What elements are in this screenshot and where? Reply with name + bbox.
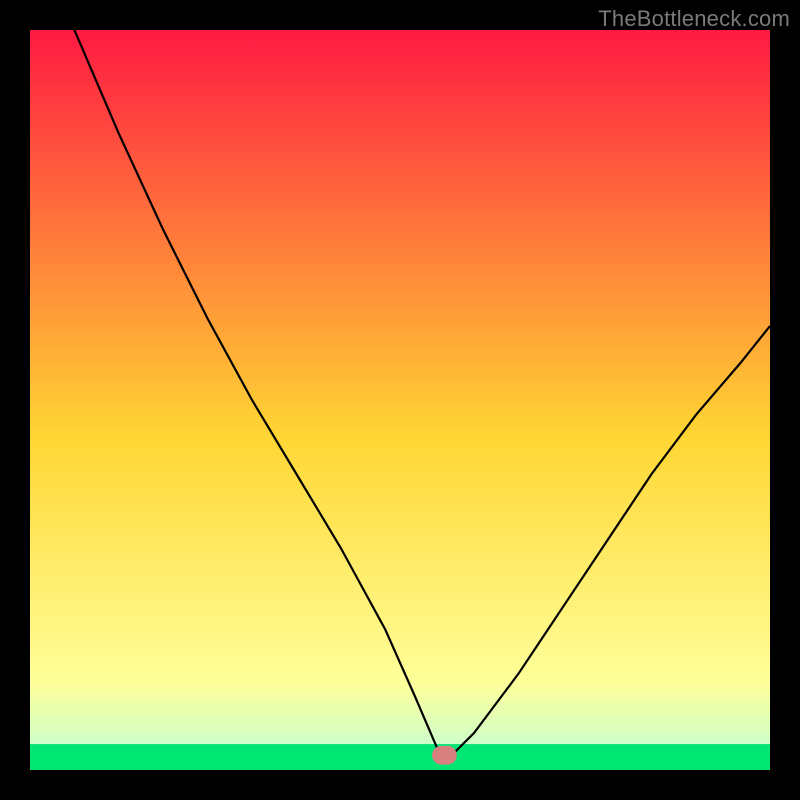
watermark-text: TheBottleneck.com [598, 6, 790, 32]
minimum-marker [433, 746, 457, 764]
green-band [30, 744, 770, 770]
plot-area [30, 30, 770, 770]
chart-svg [0, 0, 800, 800]
chart-container: TheBottleneck.com [0, 0, 800, 800]
